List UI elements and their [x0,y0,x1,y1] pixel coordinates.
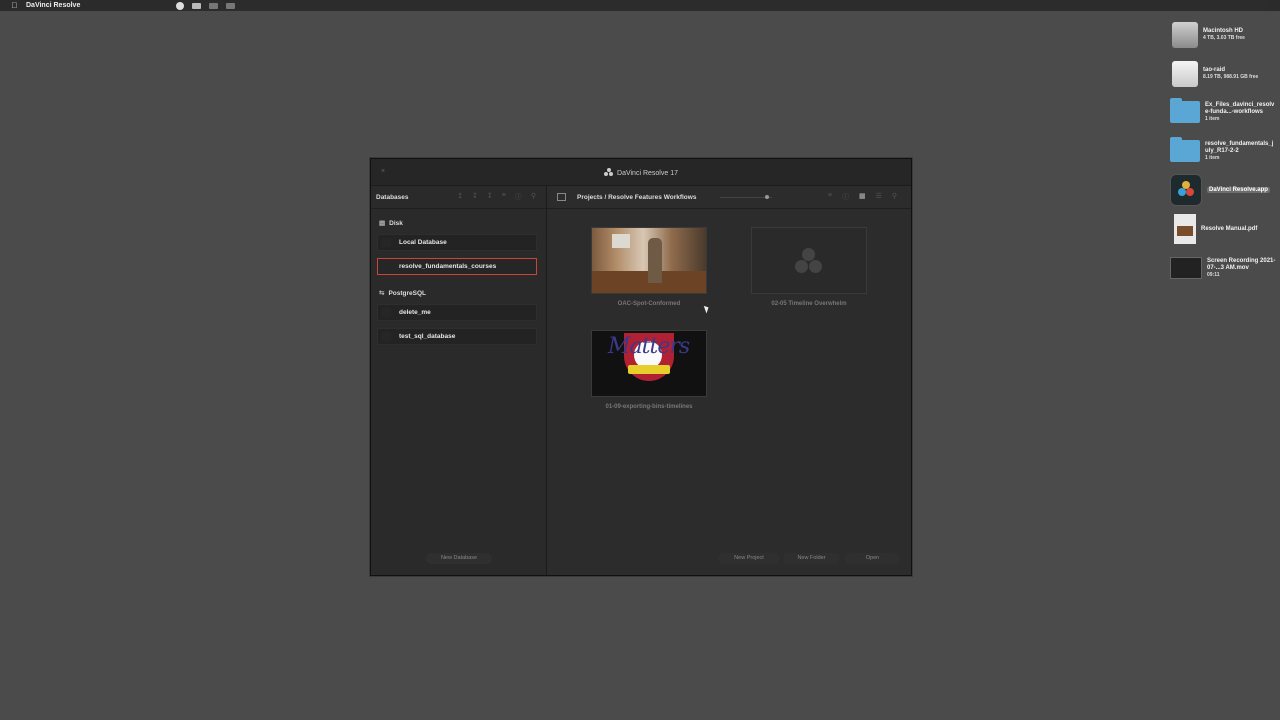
sort-icon[interactable]: ≡ [828,192,832,202]
list-icon[interactable] [226,3,235,9]
desktop-item-label: tao-raid [1203,67,1226,73]
search-icon[interactable]: ⚲ [892,192,897,202]
desktop-item-label: Ex_Files_davinci_resolve-funda...-workfl… [1205,101,1275,115]
projects-panel: Projects / Resolve Features Workflows ≡ … [547,186,911,575]
resolve-logo-icon [794,248,824,276]
db-item-label: Local Database [399,239,447,246]
sort-icon[interactable]: ≡ [502,192,506,202]
databases-panel: Databases ↥ ↧ ↧ ≡ ⓘ ⚲ ▤ Disk Local Databa… [371,186,547,575]
group-label: PostgreSQL [388,290,427,297]
new-project-button[interactable]: New Project [718,553,780,564]
desktop-item-resolve-manual[interactable]: Resolve Manual.pdf [1168,211,1280,247]
apple-icon[interactable]:  [11,1,18,10]
disk-icon: ▤ [379,220,386,227]
project-name: 02-05 Timeline Overwhelm [771,301,847,307]
list-view-icon[interactable]: ☰ [876,192,882,202]
db-item-label: test_sql_database [399,333,456,340]
download-icon[interactable]: ↧ [472,192,478,202]
external-drive-icon [1172,61,1198,87]
pdf-file-icon [1174,214,1196,244]
database-icon [382,262,391,271]
desktop-item-sub: 8.19 TB, 988.91 GB free [1203,74,1259,80]
grid-view-icon[interactable]: ▦ [859,192,866,202]
record-icon[interactable] [176,2,184,10]
db-item-label: delete_me [399,309,431,316]
desktop-item-macintosh-hd[interactable]: Macintosh HD 4 TB, 3.03 TB free [1168,17,1280,53]
databases-header: Databases ↥ ↧ ↧ ≡ ⓘ ⚲ [371,186,546,209]
hard-drive-icon [1172,22,1198,48]
desktop-item-fundamentals-folder[interactable]: resolve_fundamentals_july_R17-2-2 1 item [1168,133,1280,169]
new-database-button[interactable]: New Database [426,553,492,564]
desktop-item-ex-files-folder[interactable]: Ex_Files_davinci_resolve-funda...-workfl… [1168,94,1280,130]
database-icon [382,332,391,341]
desktop-item-label: Screen Recording 2021-07-...3 AM.mov [1207,257,1276,271]
desktop-item-label: Resolve Manual.pdf [1201,225,1258,232]
movie-file-icon [1170,257,1202,279]
slider-knob[interactable] [765,195,769,199]
desktop-item-label: resolve_fundamentals_july_R17-2-2 [1205,140,1274,154]
volume-icon[interactable] [209,3,218,9]
databases-title: Databases [376,194,409,201]
window-title-text: DaVinci Resolve 17 [617,170,678,177]
info-icon[interactable]: ⓘ [515,192,522,202]
desktop-item-screen-recording[interactable]: Screen Recording 2021-07-...3 AM.mov 09:1… [1168,250,1280,286]
desktop-item-label: DaVinci Resolve.app [1207,186,1270,193]
db-item-local-database[interactable]: Local Database [377,234,537,251]
window-titlebar: × DaVinci Resolve 17 [371,159,911,186]
menu-bar:  DaVinci Resolve [0,0,1280,11]
menubar-app-name[interactable]: DaVinci Resolve [26,2,80,9]
project-exporting-bins-timelines[interactable]: Matters 01-09-exporting-bins-timelines [591,330,707,410]
project-name: 01-09-exporting-bins-timelines [605,404,693,410]
db-item-label: resolve_fundamentals_courses [399,263,497,270]
desktop-item-sub: 09:11 [1207,271,1220,278]
folder-icon [1170,137,1200,162]
backup-icon[interactable]: ↧ [487,192,493,202]
projects-toolbar: ≡ ⓘ ▦ ☰ ⚲ [828,192,897,202]
project-manager-window: × DaVinci Resolve 17 Databases ↥ ↧ ↧ ≡ ⓘ… [370,158,912,576]
group-disk: ▤ Disk [379,219,403,227]
desktop-item-sub: 1 item [1205,115,1220,122]
breadcrumb: Projects / Resolve Features Workflows [577,194,697,201]
project-oac-spot-conformed[interactable]: OAC-Spot-Conformed [591,227,707,307]
sidebar-toggle-icon[interactable] [557,193,566,201]
databases-toolbar: ↥ ↧ ↧ ≡ ⓘ ⚲ [457,192,536,202]
desktop-item-label: Macintosh HD [1203,28,1244,34]
desktop-item-tao-raid[interactable]: tao-raid 8.19 TB, 988.91 GB free [1168,56,1280,92]
group-postgresql: ⇆ PostgreSQL [379,289,426,297]
database-icon [382,238,391,247]
info-icon[interactable]: ⓘ [842,192,849,202]
desktop-item-sub: 1 item [1205,154,1220,161]
group-label: Disk [389,220,403,227]
database-icon [382,308,391,317]
new-folder-button[interactable]: New Folder [783,553,840,564]
db-item-test-sql-database[interactable]: test_sql_database [377,328,537,345]
davinci-resolve-app-icon [1170,174,1202,206]
folder-icon [1170,98,1200,123]
projects-header: Projects / Resolve Features Workflows ≡ … [547,186,911,209]
project-name: OAC-Spot-Conformed [617,301,681,307]
bowtie-icon[interactable] [192,3,201,9]
open-button[interactable]: Open [845,553,900,564]
menubar-status-icons [176,1,1268,11]
db-item-delete-me[interactable]: delete_me [377,304,537,321]
project-timeline-overwhelm[interactable]: 02-05 Timeline Overwhelm [751,227,867,307]
search-icon[interactable]: ⚲ [531,192,536,202]
window-title: DaVinci Resolve 17 [371,168,911,177]
network-icon: ⇆ [379,290,385,297]
thumbnail-text: Matters [608,334,690,359]
desktop-item-davinci-app[interactable]: DaVinci Resolve.app [1168,172,1280,208]
db-item-resolve-fundamentals-courses[interactable]: resolve_fundamentals_courses [377,258,537,275]
project-thumbnail [751,227,867,294]
upload-icon[interactable]: ↥ [457,192,463,202]
project-thumbnail: Matters [591,330,707,397]
desktop-item-sub: 4 TB, 3.03 TB free [1203,35,1245,41]
resolve-logo-icon [604,168,614,176]
project-thumbnail [591,227,707,294]
